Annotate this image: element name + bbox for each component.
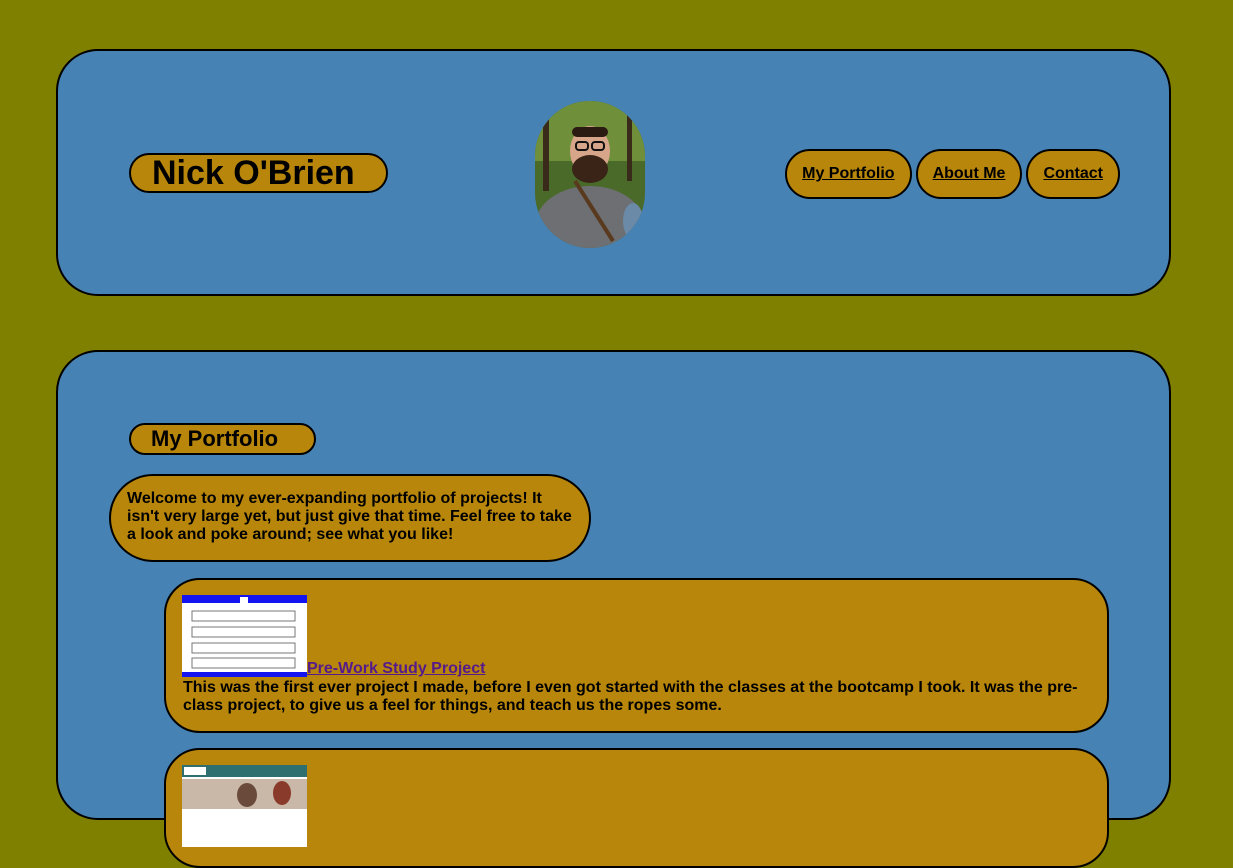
portfolio-section: My Portfolio Welcome to my ever-expandin…	[56, 350, 1171, 868]
nav-about-me[interactable]: About Me	[915, 149, 1023, 199]
project-thumbnail[interactable]	[182, 765, 307, 847]
nav-my-portfolio[interactable]: My Portfolio	[785, 149, 912, 199]
project-thumbnail[interactable]	[182, 595, 307, 677]
site-name: Nick O'Brien	[129, 153, 388, 193]
project-card: Pre-Work Study Project This was the firs…	[164, 578, 1109, 733]
main-nav: My Portfolio About Me Contact	[785, 149, 1120, 199]
nav-contact[interactable]: Contact	[1026, 149, 1120, 199]
project-link[interactable]: Pre-Work Study Project	[307, 661, 485, 677]
intro-text: Welcome to my ever-expanding portfolio o…	[109, 474, 591, 562]
header-card: Nick O'Brien My Portfolio About Me Conta…	[56, 49, 1171, 296]
project-description: This was the first ever project I made, …	[183, 679, 1078, 714]
avatar	[535, 101, 645, 248]
project-card	[164, 748, 1109, 868]
section-title: My Portfolio	[129, 423, 316, 455]
